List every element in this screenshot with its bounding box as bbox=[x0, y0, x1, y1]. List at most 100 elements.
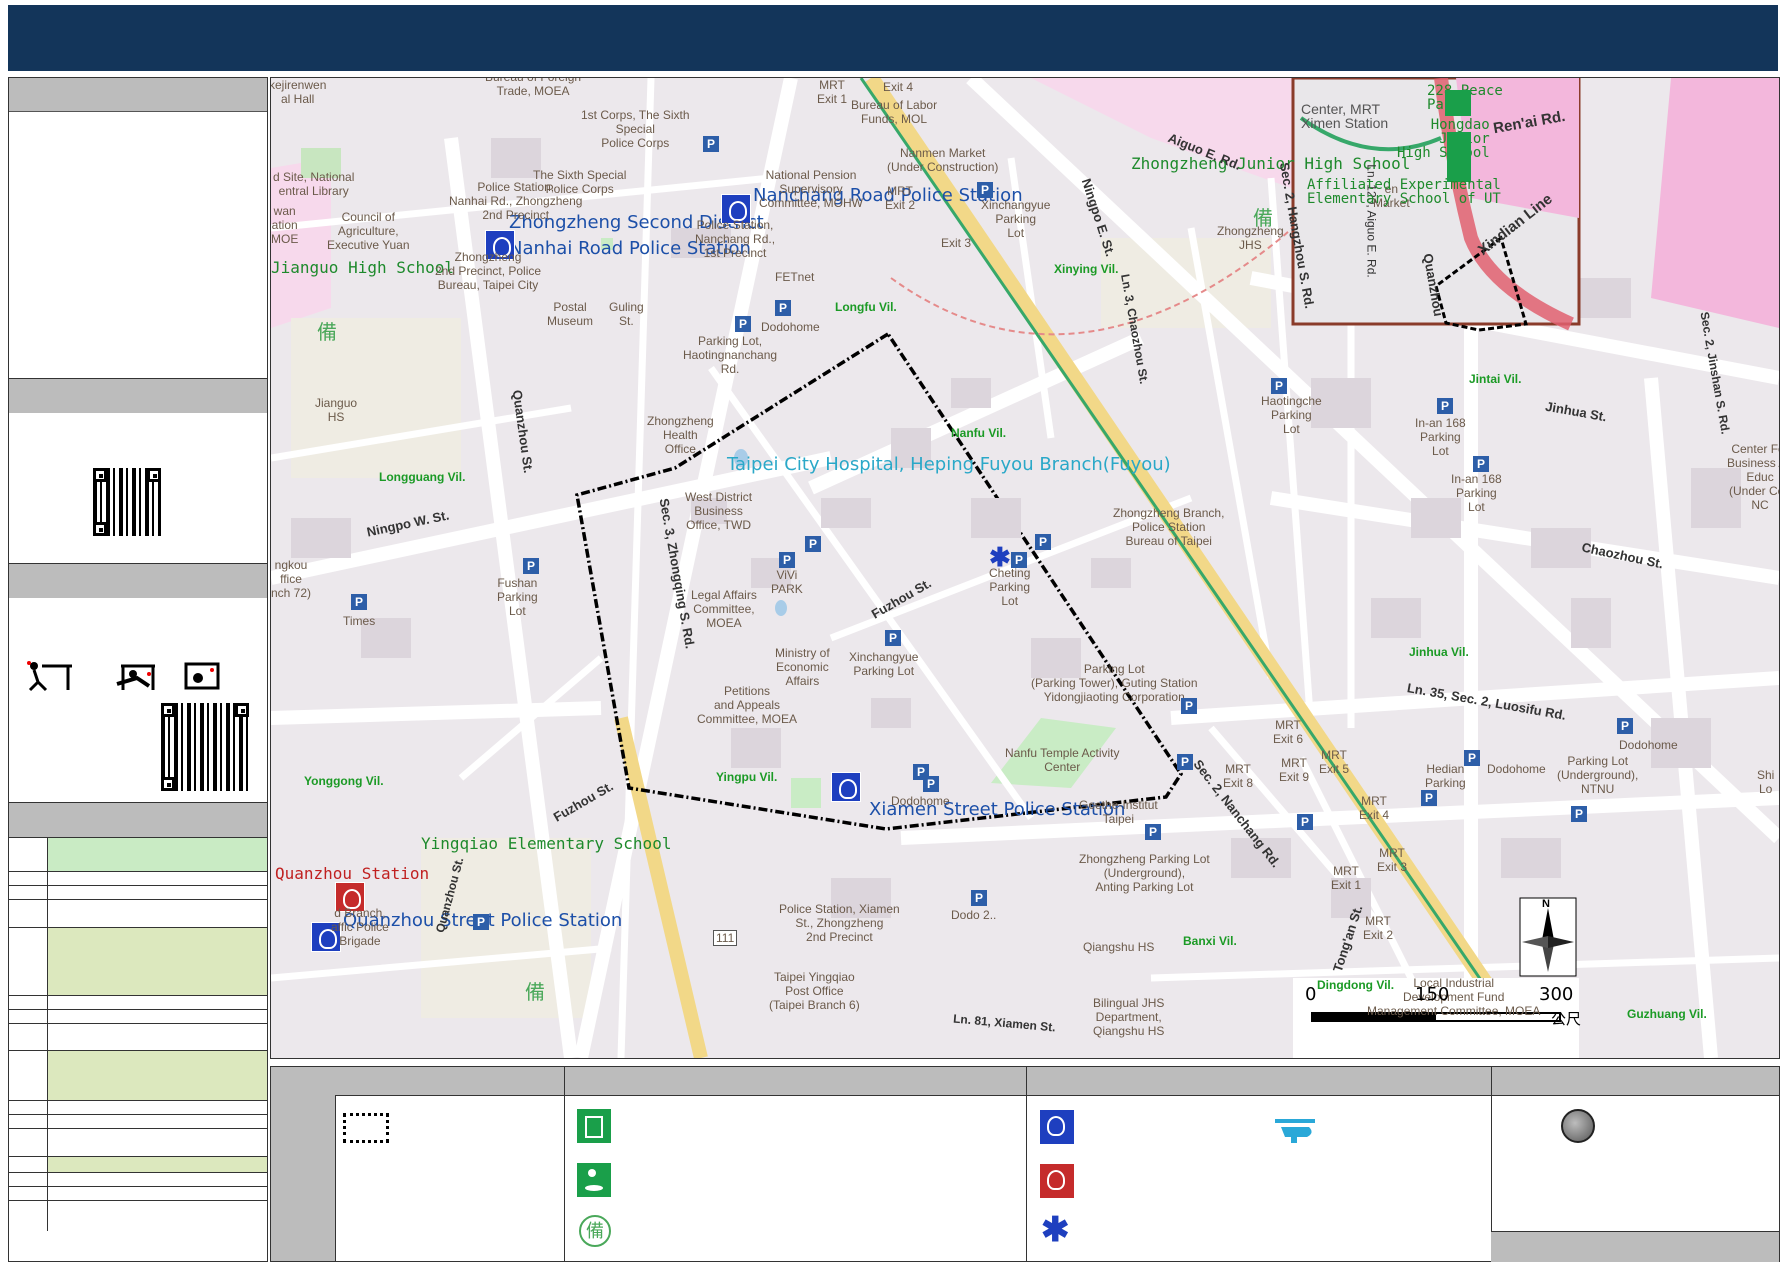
table-row bbox=[9, 899, 267, 928]
poi-label: MRT Exit 6 bbox=[1273, 718, 1304, 746]
poi-label: MRT Exit 4 bbox=[1359, 794, 1390, 822]
parking-icon: P bbox=[1297, 814, 1313, 830]
poi-label: Nanfu Temple Activity Center bbox=[1005, 746, 1120, 774]
parking-icon: P bbox=[1571, 806, 1587, 822]
inset-label: Affiliated Experimental Elementary School… bbox=[1307, 177, 1501, 207]
north-label: N bbox=[1542, 898, 1550, 910]
legend-footer-cell bbox=[1491, 1231, 1779, 1262]
drop-cover-hold-icons bbox=[27, 661, 220, 692]
poi-label: Taipei Yingqiao Post Office (Taipei Branch… bbox=[769, 970, 860, 1012]
village-label: Guzhuang Vil. bbox=[1627, 1007, 1707, 1021]
parking-icon: P bbox=[1421, 790, 1437, 806]
table-cell-olive bbox=[48, 928, 267, 996]
parking-icon: P bbox=[977, 182, 993, 198]
poi-label: Dodohome bbox=[1619, 738, 1678, 752]
poi-label: West District Business Office, TWD bbox=[685, 490, 753, 532]
assembly-point-icon bbox=[1561, 1109, 1595, 1143]
table-row bbox=[9, 995, 267, 1010]
table-row bbox=[9, 1172, 267, 1187]
parking-icon: P bbox=[1145, 824, 1161, 840]
scale-label-mid: 150 bbox=[1415, 984, 1450, 1005]
poi-label: d Branch, affic Police Brigade bbox=[331, 906, 389, 948]
village-label: Xinying Vil. bbox=[1054, 262, 1119, 276]
qr-finder bbox=[161, 777, 175, 791]
village-label: Yingpu Vil. bbox=[716, 770, 778, 784]
poi-label: Times bbox=[343, 614, 376, 628]
poi-label: Cheting Parking Lot bbox=[989, 566, 1031, 608]
title-bar bbox=[8, 5, 1778, 71]
village-label: Banxi Vil. bbox=[1183, 934, 1237, 948]
legend-header-cell bbox=[271, 1067, 336, 1261]
poi-label: Guling St. bbox=[609, 300, 644, 328]
shelter-icon: 備 bbox=[1253, 208, 1273, 230]
qr-finder bbox=[235, 703, 249, 717]
poi-label: Local Industrial Development Fund Manageme… bbox=[1367, 976, 1541, 1018]
table-row bbox=[9, 1186, 267, 1201]
village-label: Nanfu Vil. bbox=[951, 426, 1007, 440]
map-canvas[interactable]: Zhongzheng Second District Nanhai Road P… bbox=[270, 77, 1780, 1059]
poi-label: Zhongzheng Parking Lot (Underground), Anti… bbox=[1079, 852, 1210, 894]
parking-icon: P bbox=[1177, 754, 1193, 770]
poi-label: MRT Exit 2 bbox=[1363, 914, 1394, 942]
parking-icon: P bbox=[703, 136, 719, 152]
table-row bbox=[9, 1050, 267, 1101]
shelter-icon: 備 bbox=[579, 1215, 611, 1247]
qr-code-2[interactable] bbox=[161, 703, 249, 791]
panel-header-3 bbox=[9, 563, 267, 598]
poi-label: Nanmen Market (Under Construction) bbox=[887, 146, 999, 174]
water bbox=[775, 600, 787, 616]
parking-icon: P bbox=[779, 552, 795, 568]
parking-icon: P bbox=[971, 890, 987, 906]
parking-icon: P bbox=[1617, 718, 1633, 734]
road-shield: 111 bbox=[713, 930, 738, 946]
inset-school-icon bbox=[1447, 132, 1471, 182]
parking-icon: P bbox=[351, 594, 367, 610]
qr-code-1[interactable] bbox=[93, 468, 161, 536]
cover-icon bbox=[116, 664, 155, 690]
table-row bbox=[9, 1156, 267, 1173]
poi-label: Dodohome bbox=[761, 320, 820, 334]
legend-divider bbox=[1026, 1067, 1027, 1261]
poi-label: Exit 4 bbox=[883, 80, 914, 94]
poi-label: Parking Lot (Parking Tower), Guting Stati… bbox=[1031, 662, 1198, 704]
poi-label: Police Station, Xiamen St., Zhongzheng 2nd… bbox=[779, 902, 900, 944]
table-row bbox=[9, 1128, 267, 1157]
village-label: Yonggong Vil. bbox=[304, 774, 384, 788]
table-row bbox=[9, 871, 267, 886]
qr-finder bbox=[161, 703, 175, 717]
poi-label: Ministry of Economic Affairs bbox=[775, 646, 830, 688]
parking-icon: P bbox=[1464, 750, 1480, 766]
police-station-icon[interactable] bbox=[831, 772, 861, 802]
drop-icon bbox=[27, 661, 72, 692]
yingqiao-elementary-label: Yingqiao Elementary School bbox=[421, 834, 672, 853]
poi-label: FETnet bbox=[775, 270, 815, 284]
poi-label: Goethe-Institut Taipei bbox=[1079, 798, 1158, 826]
poi-label: MRT Exit 3 bbox=[1377, 846, 1408, 874]
table-row bbox=[9, 1200, 267, 1231]
zhongqing-road bbox=[614, 716, 708, 1058]
traffic-police-icon bbox=[1039, 1163, 1075, 1199]
parking-icon: P bbox=[805, 536, 821, 552]
table-row bbox=[9, 885, 267, 900]
poi-label: Dodohome bbox=[891, 794, 950, 808]
parking-icon: P bbox=[473, 914, 489, 930]
police-station-icon bbox=[1039, 1109, 1075, 1145]
helicopter-icon bbox=[1275, 1119, 1315, 1143]
quanzhou-station-label: Quanzhou Station bbox=[275, 864, 430, 883]
poi-label: MRT Exit 2 bbox=[885, 184, 916, 212]
parking-icon: P bbox=[1035, 534, 1051, 550]
shelter-icon: 備 bbox=[317, 322, 337, 344]
park-area bbox=[791, 778, 821, 808]
poi-label: ViVi PARK bbox=[771, 568, 803, 596]
qr-finder bbox=[93, 468, 107, 482]
poi-label: Shi Lo bbox=[1757, 768, 1775, 796]
table-cell-green bbox=[48, 838, 267, 872]
table-cell-olive bbox=[48, 1157, 267, 1173]
poi-label: Center ForBusiness AdEduc(Under ConNC bbox=[1727, 442, 1779, 512]
scale-unit: 公尺 bbox=[1551, 1010, 1582, 1028]
table-row bbox=[9, 1100, 267, 1115]
poi-label: 1st Corps, The Sixth Special Police Corps bbox=[581, 108, 690, 150]
inset-park-icon bbox=[1445, 90, 1471, 116]
poi-label: Bureau of Foreign Trade, MOEA bbox=[485, 77, 582, 98]
park-shelter-icon bbox=[577, 1163, 611, 1197]
